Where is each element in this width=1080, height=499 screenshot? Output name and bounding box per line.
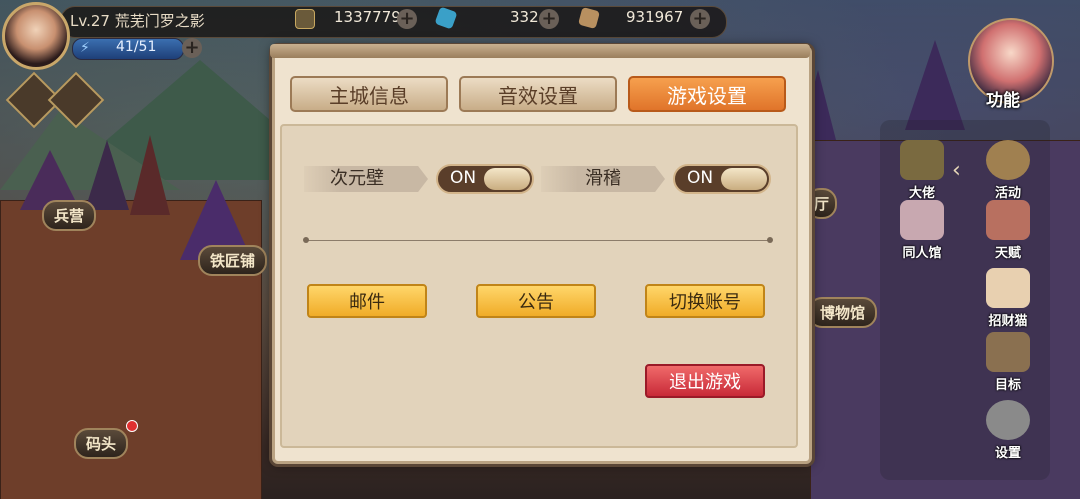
menu-item-boss[interactable]: 大佬 <box>892 140 952 201</box>
tab-sound-settings[interactable]: 音效设置 <box>459 76 617 112</box>
menu-item-activity[interactable]: 活动 <box>978 140 1038 201</box>
menu-item-lucky-cat[interactable]: 招财猫 <box>978 268 1038 329</box>
lucky-cat-icon <box>986 268 1030 308</box>
menu-item-goal[interactable]: 目标 <box>978 332 1038 393</box>
divider-end-dot <box>767 237 773 243</box>
menu-item-settings[interactable]: 设置 <box>978 400 1038 461</box>
switch-account-button[interactable]: 切换账号 <box>645 284 765 318</box>
goal-icon <box>986 332 1030 372</box>
player-level: Lv.27 <box>70 12 110 30</box>
gold-coin-icon <box>295 9 315 29</box>
tab-city-info[interactable]: 主城信息 <box>290 76 448 112</box>
setting-label-dimension-wall: 次元壁 <box>304 166 428 192</box>
notice-button[interactable]: 公告 <box>476 284 596 318</box>
activity-star-icon <box>986 140 1030 180</box>
menu-item-talent[interactable]: 天赋 <box>978 200 1038 261</box>
player-avatar[interactable] <box>2 2 70 70</box>
gold-value: 1337779 <box>334 8 401 26</box>
building-label-blacksmith[interactable]: 铁匠铺 <box>198 245 268 276</box>
gear-icon <box>986 400 1030 440</box>
building-label-barracks[interactable]: 兵营 <box>42 200 97 231</box>
crystal-value: 332 <box>510 8 539 26</box>
add-ore-button[interactable]: + <box>690 9 710 29</box>
divider <box>306 240 770 241</box>
toggle-dimension-wall[interactable]: ON <box>436 164 534 194</box>
exit-game-button[interactable]: 退出游戏 <box>645 364 765 398</box>
collapse-chevron-icon[interactable]: ‹ <box>952 158 961 183</box>
add-crystal-button[interactable]: + <box>539 9 559 29</box>
energy-value: 41/51 <box>116 39 157 55</box>
toggle-funny[interactable]: ON <box>673 164 771 194</box>
menu-item-fan-hall[interactable]: 同人馆 <box>892 200 952 261</box>
castle-icon <box>900 200 944 240</box>
player-name: 荒芜门罗之影 <box>114 12 205 30</box>
divider-end-dot <box>303 237 309 243</box>
dialog-top-frame <box>270 44 810 58</box>
building-label-dock[interactable]: 码头 <box>74 428 129 459</box>
add-energy-button[interactable]: + <box>182 38 202 58</box>
talent-icon <box>986 200 1030 240</box>
setting-label-funny: 滑稽 <box>541 166 665 192</box>
function-label[interactable]: 功能 <box>986 86 1020 111</box>
toggle-state: ON <box>687 168 714 188</box>
tab-game-settings[interactable]: 游戏设置 <box>628 76 786 112</box>
mail-button[interactable]: 邮件 <box>307 284 427 318</box>
toggle-state: ON <box>450 168 477 188</box>
boss-icon <box>900 140 944 180</box>
player-level-name: Lv.27 荒芜门罗之影 <box>70 10 205 31</box>
building-label-museum[interactable]: 博物馆 <box>808 297 878 328</box>
toggle-knob <box>484 168 530 190</box>
ore-value: 931967 <box>626 8 684 26</box>
notification-dot <box>126 420 138 432</box>
add-gold-button[interactable]: + <box>397 9 417 29</box>
energy-icon: ⚡ <box>80 40 90 56</box>
toggle-knob <box>721 168 767 190</box>
